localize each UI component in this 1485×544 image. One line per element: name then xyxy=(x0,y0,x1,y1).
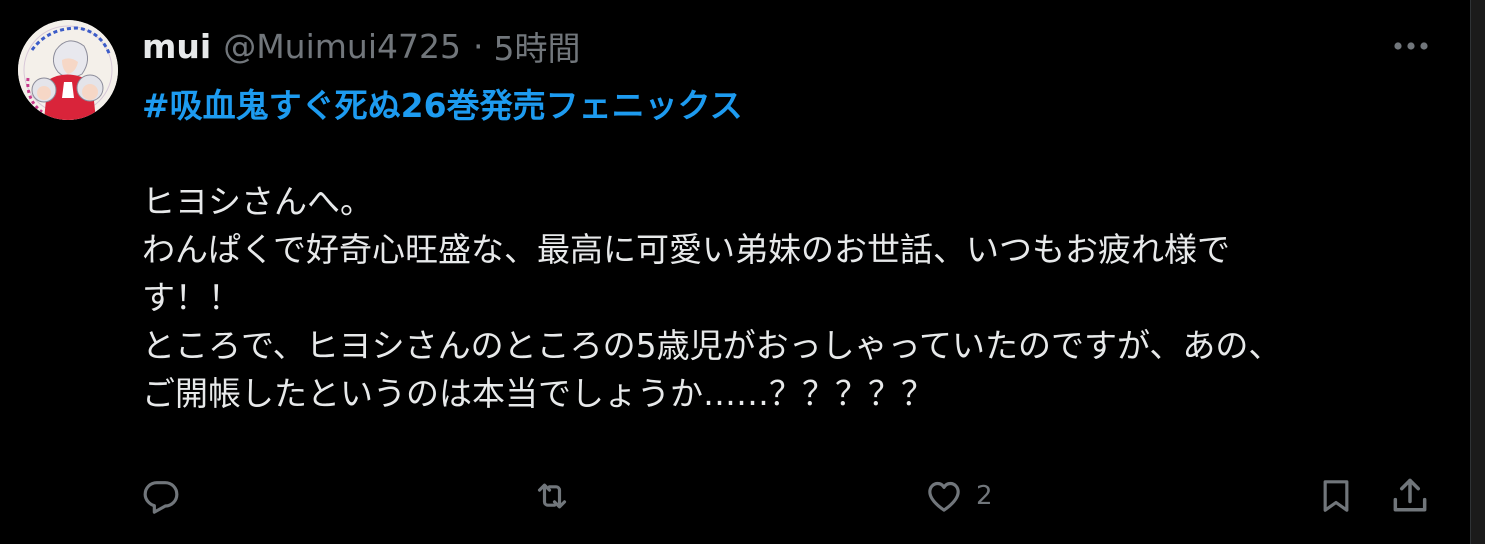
tweet-line: す！！ xyxy=(142,278,241,317)
share-button[interactable] xyxy=(1388,468,1432,524)
display-name[interactable]: mui xyxy=(142,27,211,66)
tweet-line: ヒヨシさんへ。 xyxy=(142,182,373,221)
action-bar: 2 xyxy=(0,468,1485,524)
more-dots-icon xyxy=(1394,42,1428,50)
share-icon xyxy=(1393,478,1427,512)
like-button[interactable]: 2 xyxy=(922,468,993,524)
separator-dot: · xyxy=(472,26,484,66)
tweet-line: ご開帳したというのは本当でしょうか……？？？？？ xyxy=(142,374,934,413)
more-button[interactable] xyxy=(1388,26,1434,66)
tweet-line: ところで、ヒヨシさんのところの5歳児がおっしゃっていたのですが、あの、 xyxy=(142,326,1282,365)
bookmark-button[interactable] xyxy=(1316,468,1356,524)
tweet-line: わんぱくで好奇心旺盛な、最高に可愛い弟妹のお世話、いつもお疲れ様で xyxy=(142,230,1231,269)
retweet-icon xyxy=(537,483,567,509)
reply-bubble-icon xyxy=(143,481,179,514)
reply-button[interactable] xyxy=(140,468,192,524)
scrollbar-track[interactable] xyxy=(1470,0,1485,544)
like-count: 2 xyxy=(976,481,993,511)
retweet-button[interactable] xyxy=(528,468,586,524)
tweet-card[interactable]: mui @Muimui4725 · 5時間 #吸血鬼すぐ死ぬ26巻発売フェニック… xyxy=(0,0,1485,544)
hashtag-link[interactable]: #吸血鬼すぐ死ぬ26巻発売フェニックス xyxy=(142,86,743,125)
heart-icon xyxy=(928,481,960,512)
avatar-image xyxy=(18,20,118,120)
avatar[interactable] xyxy=(18,20,118,120)
tweet-text: #吸血鬼すぐ死ぬ26巻発売フェニックス ヒヨシさんへ。 わんぱくで好奇心旺盛な、… xyxy=(142,82,1422,418)
user-handle[interactable]: @Muimui4725 xyxy=(223,27,461,66)
bookmark-icon xyxy=(1323,480,1349,512)
tweet-header: mui @Muimui4725 · 5時間 xyxy=(142,22,580,70)
timestamp[interactable]: 5時間 xyxy=(493,22,580,70)
